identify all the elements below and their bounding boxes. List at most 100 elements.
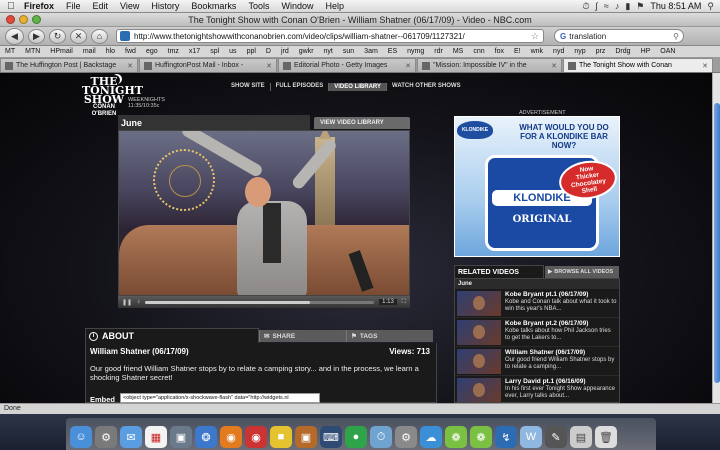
related-item[interactable]: Kobe Bryant pt.2 (06/17/09) Kobe talks a…	[455, 318, 619, 347]
stop-button[interactable]: ✕	[70, 28, 87, 44]
terminal-icon[interactable]: ⌨	[320, 426, 342, 448]
bookmark-item[interactable]: ppl	[247, 48, 256, 55]
related-title[interactable]: William Shatner (06/17/09)	[505, 349, 617, 357]
bookmark-item[interactable]: HP	[641, 48, 651, 55]
bookmark-item[interactable]: gwkr	[299, 48, 314, 55]
tab-close-icon[interactable]: ✕	[263, 62, 272, 70]
battery-icon[interactable]: ▮	[625, 1, 630, 12]
related-title[interactable]: Larry David pt.1 (06/16/09)	[505, 378, 617, 386]
related-item[interactable]: Larry David pt.1 (06/16/09) In his first…	[455, 376, 619, 402]
bookmark-item[interactable]: spl	[210, 48, 219, 55]
bookmark-item[interactable]: nyp	[574, 48, 585, 55]
spotlight-icon[interactable]: ⚲	[707, 1, 714, 12]
nav-full-episodes[interactable]: FULL EPISODES	[271, 83, 330, 91]
search-input[interactable]: translation	[569, 32, 606, 41]
bookmark-item[interactable]: fwd	[125, 48, 136, 55]
bookmark-item[interactable]: 3am	[364, 48, 378, 55]
spiral-app-icon-2[interactable]: ❁	[470, 426, 492, 448]
related-thumbnail[interactable]	[457, 378, 501, 402]
bookmark-item[interactable]: mail	[83, 48, 96, 55]
bookmark-item[interactable]: cnn	[473, 48, 484, 55]
scrollbar-thumb[interactable]	[714, 103, 720, 383]
tab-tonight-show[interactable]: The Tonight Show with Conan ✕	[563, 58, 713, 72]
volume-control-icon[interactable]: ♪	[137, 299, 140, 305]
ftp-app-icon[interactable]: ↯	[495, 426, 517, 448]
ical-icon[interactable]: ▦	[145, 426, 167, 448]
system-preferences-icon[interactable]: ⚙	[95, 426, 117, 448]
related-thumbnail[interactable]	[457, 320, 501, 345]
preview-icon[interactable]: ▣	[170, 426, 192, 448]
search-bar[interactable]: G translation ⚲	[554, 29, 684, 43]
bookmark-item[interactable]: jrd	[281, 48, 289, 55]
menu-edit[interactable]: Edit	[93, 1, 109, 11]
script-app-icon[interactable]: ✎	[545, 426, 567, 448]
time-machine-icon[interactable]: ⏱	[582, 1, 589, 12]
tab-close-icon[interactable]: ✕	[402, 62, 411, 70]
tab-close-icon[interactable]: ✕	[548, 62, 557, 70]
bookmark-item[interactable]: nyt	[324, 48, 333, 55]
related-title[interactable]: Kobe Bryant pt.2 (06/17/09)	[505, 320, 617, 328]
documents-stack-icon[interactable]: ▤	[570, 426, 592, 448]
bookmark-item[interactable]: MT	[5, 48, 15, 55]
tab-mission-impossible[interactable]: "Mission: Impossible IV" in the ✕	[417, 58, 562, 72]
ichat-icon[interactable]: ✉	[120, 426, 142, 448]
related-title[interactable]: Kobe Bryant pt.1 (06/17/09)	[505, 291, 617, 299]
apple-menu-icon[interactable]: 	[4, 1, 18, 12]
bookmark-item[interactable]: MS	[453, 48, 464, 55]
menu-help[interactable]: Help	[325, 1, 344, 11]
google-search-icon[interactable]: G	[560, 32, 566, 41]
app-icon[interactable]: W	[520, 426, 542, 448]
flag-icon[interactable]: ⚑	[636, 1, 644, 12]
url-bar[interactable]: http://www.thetonightshowwithconanobrien…	[116, 29, 544, 43]
bookmark-item[interactable]: HPmail	[50, 48, 73, 55]
bookmark-item[interactable]: ego	[146, 48, 158, 55]
bookmark-item[interactable]: D	[266, 48, 271, 55]
bookmark-item[interactable]: E!	[514, 48, 521, 55]
safari-icon[interactable]: ❂	[195, 426, 217, 448]
magnifier-icon[interactable]: ⚲	[673, 32, 679, 41]
volume-icon[interactable]: ♪	[615, 1, 620, 11]
spiral-app-icon-1[interactable]: ❁	[445, 426, 467, 448]
bookmark-item[interactable]: us	[229, 48, 236, 55]
utility-icon[interactable]: ⚙	[395, 426, 417, 448]
stickies-icon[interactable]: ■	[270, 426, 292, 448]
menubar-clock[interactable]: Thu 8:51 AM	[650, 1, 701, 11]
firefox-icon[interactable]: ◉	[220, 426, 242, 448]
klondike-ad[interactable]: KLONDIKE WHAT WOULD YOU DO FOR A KLONDIK…	[454, 116, 620, 257]
bookmark-item[interactable]: nymg	[407, 48, 424, 55]
view-video-library-button[interactable]: VIEW VIDEO LIBRARY	[314, 117, 410, 129]
related-item[interactable]: William Shatner (06/17/09) Our good frie…	[455, 347, 619, 376]
tab-huffington-mail[interactable]: HuffingtonPost Mail - Inbox - ✕	[139, 58, 277, 72]
tab-huffington-backstage[interactable]: The Huffington Post | Backstage ✕	[0, 58, 138, 72]
bookmark-item[interactable]: rdr	[434, 48, 443, 55]
video-progress-bar[interactable]	[145, 300, 375, 304]
bookmark-item[interactable]: prz	[596, 48, 606, 55]
bookmark-item[interactable]: hlo	[106, 48, 115, 55]
bookmark-item[interactable]: nyd	[553, 48, 564, 55]
bookmark-item[interactable]: wnk	[531, 48, 543, 55]
bookmark-item[interactable]: ES	[388, 48, 397, 55]
embed-code-field[interactable]: <object type="application/x-shockwave-fl…	[120, 393, 320, 403]
back-button[interactable]: ◀	[5, 27, 24, 45]
related-item[interactable]: Kobe Bryant pt.1 (06/17/09) Kobe and Con…	[455, 289, 619, 318]
nav-video-library[interactable]: VIDEO LIBRARY	[329, 83, 388, 91]
bookmark-item[interactable]: MTN	[25, 48, 40, 55]
tonight-show-logo[interactable]: THE TONIGHT SHOW CONAN O'BRIEN	[82, 76, 143, 118]
bookmark-item[interactable]: sun	[343, 48, 354, 55]
adium-icon[interactable]: ●	[345, 426, 367, 448]
tab-close-icon[interactable]: ✕	[699, 62, 708, 70]
bookmark-item[interactable]: Drdg	[615, 48, 630, 55]
menu-history[interactable]: History	[151, 1, 179, 11]
menu-app[interactable]: Firefox	[24, 1, 54, 11]
forward-button[interactable]: ▶	[28, 28, 45, 44]
fullscreen-icon[interactable]: ⛶	[402, 299, 406, 306]
photos-icon[interactable]: ▣	[295, 426, 317, 448]
bookmark-item[interactable]: x17	[189, 48, 200, 55]
url-text[interactable]: http://www.thetonightshowwithconanobrien…	[134, 32, 465, 41]
related-thumbnail[interactable]	[457, 291, 501, 316]
bookmark-item[interactable]: fox	[495, 48, 504, 55]
nav-watch-other-shows[interactable]: WATCH OTHER SHOWS	[387, 83, 466, 91]
related-thumbnail[interactable]	[457, 349, 501, 374]
page-scrollbar[interactable]	[712, 73, 720, 403]
finder-icon[interactable]: ☺	[70, 426, 92, 448]
